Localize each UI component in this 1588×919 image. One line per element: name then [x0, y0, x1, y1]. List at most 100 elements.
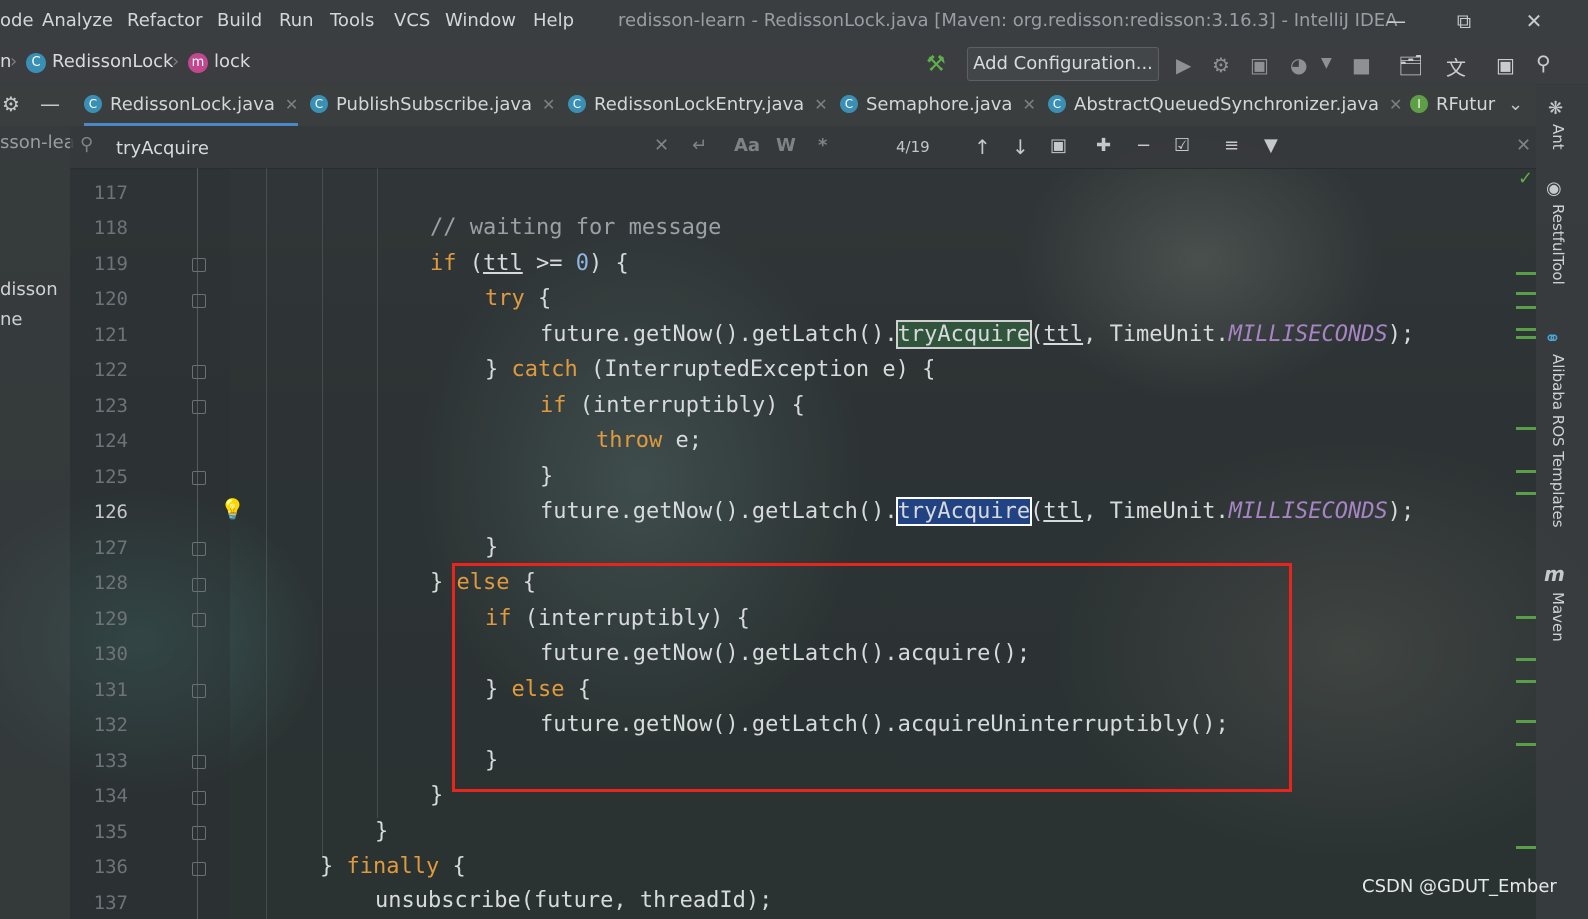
fold-marker-icon[interactable]	[192, 400, 206, 414]
code-line-126[interactable]: future.getNow().getLatch().tryAcquire(tt…	[540, 497, 1414, 526]
tool-window-maven[interactable]: Maven	[1549, 592, 1567, 642]
words-toggle[interactable]: W	[776, 135, 796, 156]
code-line-123[interactable]: if (interruptibly) {	[540, 393, 805, 418]
menu-tools[interactable]: Tools	[330, 10, 374, 31]
fold-marker-icon[interactable]	[192, 471, 206, 485]
project-item[interactable]: ne	[0, 309, 22, 330]
project-item[interactable]: disson	[0, 279, 58, 300]
arrow-up-icon[interactable]: ↑	[974, 135, 991, 159]
fold-marker-icon[interactable]	[192, 862, 206, 876]
code-line-122[interactable]: } catch (InterruptedException e) {	[485, 357, 935, 382]
menu-run[interactable]: Run	[279, 10, 314, 31]
tab-abstractqueuedsynchronizer[interactable]: C AbstractQueuedSynchronizer.java ✕	[1048, 84, 1402, 126]
fold-marker-icon[interactable]	[192, 365, 206, 379]
stripe-mark[interactable]	[1516, 616, 1536, 619]
fold-marker-icon[interactable]	[192, 791, 206, 805]
add-occurrence-icon[interactable]: ✚	[1096, 135, 1111, 156]
close-tab-icon[interactable]: ✕	[542, 95, 555, 114]
build-hammer-icon[interactable]: ⚒	[926, 52, 946, 77]
tool-window-ant[interactable]: Ant	[1549, 124, 1567, 150]
search-icon[interactable]: ⚲	[80, 134, 93, 155]
code-line-136[interactable]: } finally {	[320, 854, 466, 879]
debug-icon[interactable]: ⚙	[1212, 53, 1230, 77]
code-line-135[interactable]: }	[375, 819, 388, 844]
add-configuration-button[interactable]: Add Configuration...	[967, 47, 1159, 81]
restful-tool-icon[interactable]: ◉	[1546, 178, 1562, 199]
menu-window[interactable]: Window	[445, 10, 516, 31]
stripe-mark[interactable]	[1516, 427, 1536, 430]
restore-icon[interactable]: ⧉	[1444, 6, 1484, 36]
tab-publishsubscribe[interactable]: C PublishSubscribe.java ✕	[310, 84, 555, 126]
stripe-mark[interactable]	[1516, 328, 1536, 331]
code-line-127[interactable]: }	[485, 535, 498, 560]
lightbulb-icon[interactable]: 💡	[220, 497, 245, 521]
code-line-118[interactable]: // waiting for message	[430, 215, 721, 240]
fold-marker-icon[interactable]	[192, 258, 206, 272]
tabs-dropdown-icon[interactable]: ⌄	[1508, 84, 1523, 126]
select-all-occurrences-icon[interactable]: ▣	[1050, 135, 1067, 156]
inspection-ok-icon[interactable]: ✓	[1518, 168, 1533, 189]
arrow-down-icon[interactable]: ↓	[1012, 135, 1029, 159]
menu-help[interactable]: Help	[533, 10, 574, 31]
close-tab-icon[interactable]: ✕	[1022, 95, 1035, 114]
minimize-icon[interactable]: —	[1376, 6, 1416, 36]
code-line-119[interactable]: if (ttl >= 0) {	[430, 251, 629, 276]
menu-vcs[interactable]: VCS	[394, 10, 430, 31]
ant-icon[interactable]: ❋	[1548, 98, 1563, 119]
collapse-icon[interactable]: —	[40, 92, 60, 116]
stripe-mark[interactable]	[1516, 680, 1536, 683]
filter-icon[interactable]: ▼	[1264, 135, 1278, 156]
stripe-mark[interactable]	[1516, 658, 1536, 661]
fold-marker-icon[interactable]	[192, 826, 206, 840]
close-tab-icon[interactable]: ✕	[814, 95, 827, 114]
stripe-mark[interactable]	[1516, 846, 1536, 849]
breadcrumb-method[interactable]: m lock	[188, 51, 250, 73]
stripe-mark[interactable]	[1516, 492, 1536, 495]
fold-marker-icon[interactable]	[192, 755, 206, 769]
chevron-down-icon[interactable]: ▼	[1321, 55, 1332, 71]
code-line-120[interactable]: try {	[485, 286, 551, 311]
code-line-124[interactable]: throw e;	[596, 428, 702, 453]
search-icon[interactable]: ⚲	[1536, 51, 1551, 75]
tab-redissonlockentry[interactable]: C RedissonLockEntry.java ✕	[568, 84, 828, 126]
tab-rfuture[interactable]: I RFutur	[1410, 84, 1495, 126]
menu-build[interactable]: Build	[217, 10, 262, 31]
close-icon[interactable]: ✕	[1514, 6, 1554, 36]
remove-occurrence-icon[interactable]: −	[1136, 135, 1151, 156]
close-tab-icon[interactable]: ✕	[1389, 95, 1402, 114]
stripe-mark[interactable]	[1516, 292, 1536, 295]
translate-icon[interactable]: 文	[1446, 52, 1466, 81]
regex-toggle[interactable]: *	[818, 135, 827, 156]
code-line-137[interactable]: unsubscribe(future, threadId);	[375, 888, 772, 913]
project-structure-icon[interactable]: 🗂	[1398, 53, 1423, 77]
find-input[interactable]	[114, 132, 638, 164]
code-line-134[interactable]: }	[430, 783, 443, 808]
stripe-mark[interactable]	[1516, 306, 1536, 309]
close-tab-icon[interactable]: ✕	[285, 95, 298, 114]
select-occurrences-icon[interactable]: ☑	[1174, 135, 1190, 156]
coverage-icon[interactable]: ▣	[1250, 53, 1269, 77]
gear-icon[interactable]: ⚙	[2, 92, 20, 116]
tab-redissonlock[interactable]: C RedissonLock.java ✕	[84, 84, 299, 126]
new-line-icon[interactable]: ↵	[692, 135, 707, 156]
stripe-mark[interactable]	[1516, 336, 1536, 339]
maven-icon[interactable]: m	[1544, 562, 1565, 586]
multiline-icon[interactable]: ≡	[1224, 135, 1239, 156]
project-root[interactable]: sson-lea	[0, 132, 75, 153]
fold-marker-icon[interactable]	[192, 578, 206, 592]
stripe-mark[interactable]	[1516, 272, 1536, 275]
tab-semaphore[interactable]: C Semaphore.java ✕	[840, 84, 1036, 126]
menu-refactor[interactable]: Refactor	[127, 10, 203, 31]
fold-marker-icon[interactable]	[192, 684, 206, 698]
code-line-121[interactable]: future.getNow().getLatch().tryAcquire(tt…	[540, 320, 1414, 349]
menu-code[interactable]: ode	[0, 10, 34, 31]
fold-marker-icon[interactable]	[192, 613, 206, 627]
code-line-125[interactable]: }	[540, 464, 553, 489]
clear-icon[interactable]: ✕	[654, 135, 669, 156]
alibaba-ros-icon[interactable]: ⚭	[1544, 326, 1561, 350]
tool-window-restfultool[interactable]: RestfulTool	[1549, 204, 1567, 285]
profile-icon[interactable]: ◕	[1290, 53, 1307, 77]
match-case-toggle[interactable]: Aa	[734, 135, 760, 156]
close-find-icon[interactable]: ✕	[1516, 135, 1531, 156]
fold-marker-icon[interactable]	[192, 542, 206, 556]
